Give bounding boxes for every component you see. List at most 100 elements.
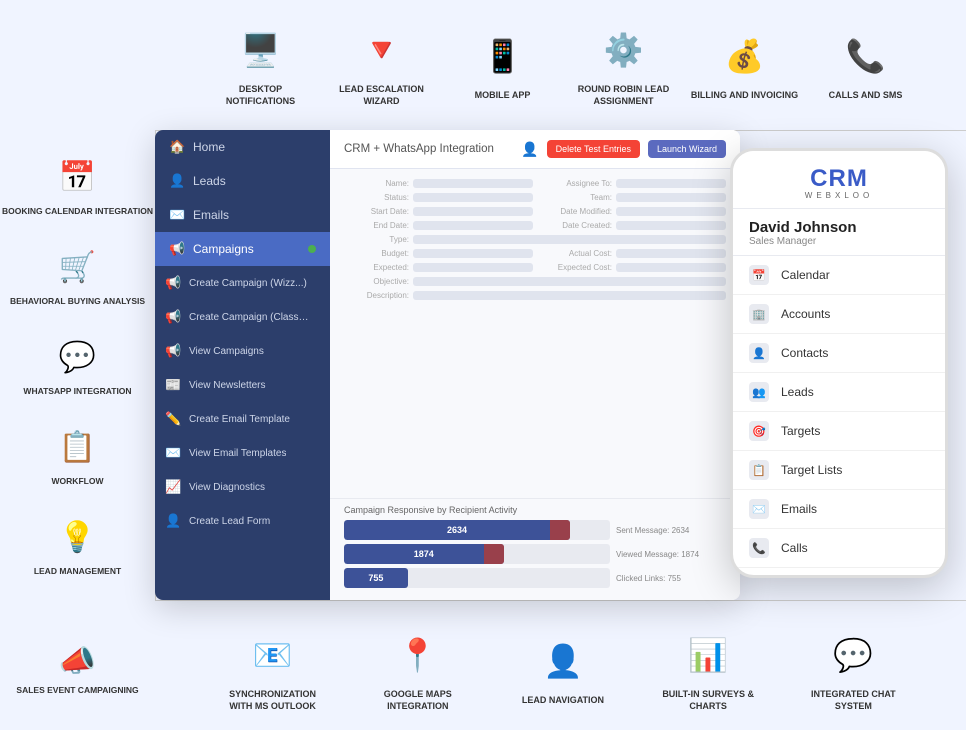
form-input-bar[interactable] [413, 291, 726, 300]
sidebar-item-create-campaign-wiz[interactable]: 📢 Create Campaign (Wizz...) [155, 266, 330, 300]
sidebar-item-create-campaign-class[interactable]: 📢 Create Campaign (Class...) [155, 300, 330, 334]
integrated-chat-emoji: 💬 [826, 628, 881, 683]
form-side-input-bar[interactable] [616, 179, 726, 188]
form-input-bar[interactable] [413, 249, 533, 258]
target-lists-nav-label: Target Lists [781, 463, 842, 477]
phone-nav-targets[interactable]: 🎯 Targets [733, 412, 945, 451]
crm-header-actions: 👤 Delete Test Entries Launch Wizard [521, 140, 726, 158]
sidebar-item-emails[interactable]: ✉️ Emails [155, 198, 330, 232]
sidebar-item-home[interactable]: 🏠 Home [155, 130, 330, 164]
chart-bar-fill: 755 [344, 568, 408, 588]
phone-nav-contacts[interactable]: 👤 Contacts [733, 334, 945, 373]
launch-wizard-button[interactable]: Launch Wizard [648, 140, 726, 158]
phone-user-section: David Johnson Sales Manager [733, 209, 945, 256]
contacts-nav-icon: 👤 [749, 343, 769, 363]
campaigns-sidebar-label: Campaigns [193, 242, 254, 256]
phone-nav-target-lists[interactable]: 📋 Target Lists [733, 451, 945, 490]
workflow-emoji: 📋 [53, 422, 103, 472]
leads-sidebar-icon: 👤 [169, 173, 185, 189]
desktop-notifications-label: DESKTOP NOTIFICATIONS [206, 84, 316, 107]
ms-outlook-emoji: 📧 [245, 628, 300, 683]
form-side-input-bar[interactable] [616, 207, 726, 216]
form-side-label: Team: [537, 193, 612, 202]
sidebar-item-create-lead-form[interactable]: 👤 Create Lead Form [155, 504, 330, 538]
lead-navigation-emoji: 👤 [535, 634, 590, 689]
lead-escalation-wizard-label: LEAD ESCALATION WIZARD [327, 84, 437, 107]
phone-nav-emails[interactable]: ✉️ Emails [733, 490, 945, 529]
lead-management-emoji: 💡 [53, 512, 103, 562]
emails-sidebar-icon: ✉️ [169, 207, 185, 223]
top-icons-row: 🖥️ DESKTOP NOTIFICATIONS 🔻 LEAD ESCALATI… [160, 0, 966, 130]
google-maps-emoji: 📍 [390, 628, 445, 683]
top-icon-billing-invoicing: 💰 BILLING AND INVOICING [690, 29, 800, 102]
view-newsletters-sidebar-label: View Newsletters [189, 380, 266, 391]
form-input-bar[interactable] [413, 179, 533, 188]
phone-nav-calendar[interactable]: 📅 Calendar [733, 256, 945, 295]
form-side-input-bar[interactable] [616, 193, 726, 202]
create-lead-form-sidebar-label: Create Lead Form [189, 516, 270, 527]
delete-test-entries-button[interactable]: Delete Test Entries [547, 140, 640, 158]
form-label: Start Date: [344, 207, 409, 216]
phone-mockup: CRM WEBXLOO David Johnson Sales Manager … [730, 148, 948, 578]
create-campaign-class-sidebar-icon: 📢 [165, 309, 181, 325]
emails-sidebar-label: Emails [193, 208, 229, 222]
mobile-app-emoji: 📱 [475, 29, 530, 84]
sidebar-item-leads[interactable]: 👤 Leads [155, 164, 330, 198]
leads-nav-label: Leads [781, 385, 814, 399]
built-in-surveys-label: BUILT-IN SURVEYS & CHARTS [653, 689, 763, 712]
calls-nav-icon: 📞 [749, 538, 769, 558]
targets-nav-icon: 🎯 [749, 421, 769, 441]
sidebar-item-view-newsletters[interactable]: 📰 View Newsletters [155, 368, 330, 402]
sidebar-item-view-diagnostics[interactable]: 📈 View Diagnostics [155, 470, 330, 504]
calls-sms-emoji: 📞 [838, 29, 893, 84]
form-side-input-bar[interactable] [616, 263, 726, 272]
create-campaign-class-sidebar-label: Create Campaign (Class...) [189, 312, 309, 323]
home-sidebar-icon: 🏠 [169, 139, 185, 155]
whatsapp-integration-emoji: 💬 [53, 332, 103, 382]
emails-nav-label: Emails [781, 502, 817, 516]
phone-nav-accounts[interactable]: 🏢 Accounts [733, 295, 945, 334]
sidebar-item-create-email-template[interactable]: ✏️ Create Email Template [155, 402, 330, 436]
lead-escalation-wizard-emoji: 🔻 [354, 23, 409, 78]
phone-nav-calls[interactable]: 📞 Calls [733, 529, 945, 568]
form-label: Type: [344, 235, 409, 244]
mobile-app-label: MOBILE APP [475, 90, 531, 102]
form-row: Objective: [344, 277, 726, 286]
leads-sidebar-label: Leads [193, 174, 226, 188]
form-side-label: Expected Cost: [537, 263, 612, 272]
form-input-bar[interactable] [413, 221, 533, 230]
sales-event-label: SALES EVENT CAMPAIGNING [16, 685, 138, 696]
sidebar-item-view-campaigns[interactable]: 📢 View Campaigns [155, 334, 330, 368]
form-input-bar[interactable] [413, 277, 726, 286]
view-email-templates-sidebar-icon: ✉️ [165, 445, 181, 461]
phone-nav-leads[interactable]: 👥 Leads [733, 373, 945, 412]
built-in-surveys-emoji: 📊 [681, 628, 736, 683]
accounts-nav-label: Accounts [781, 307, 830, 321]
emails-nav-icon: ✉️ [749, 499, 769, 519]
form-input-bar[interactable] [413, 235, 726, 244]
calls-sms-label: CALLS AND SMS [829, 90, 903, 102]
top-icon-desktop-notifications: 🖥️ DESKTOP NOTIFICATIONS [206, 23, 316, 107]
phone-logo-section: CRM WEBXLOO [733, 151, 945, 209]
view-email-templates-sidebar-label: View Email Templates [189, 448, 286, 459]
form-input-bar[interactable] [413, 263, 533, 272]
form-row: Start Date: Date Modified: [344, 207, 726, 216]
sidebar-item-view-email-templates[interactable]: ✉️ View Email Templates [155, 436, 330, 470]
bottom-icon-built-in-surveys: 📊 BUILT-IN SURVEYS & CHARTS [653, 628, 763, 712]
behavioral-buying-label: BEHAVIORAL BUYING ANALYSIS [10, 296, 145, 307]
form-side-input-bar[interactable] [616, 221, 726, 230]
workflow-label: WORKFLOW [52, 476, 104, 487]
sidebar-item-campaigns[interactable]: 📢 Campaigns [155, 232, 330, 266]
form-label: Expected: [344, 263, 409, 272]
form-input-bar[interactable] [413, 193, 533, 202]
bottom-icon-google-maps: 📍 GOOGLE MAPS INTEGRATION [363, 628, 473, 712]
chart-bar-fill: 1874 [344, 544, 504, 564]
view-campaigns-sidebar-icon: 📢 [165, 343, 181, 359]
campaigns-active-dot [308, 245, 316, 253]
form-side-input-bar[interactable] [616, 249, 726, 258]
form-input-bar[interactable] [413, 207, 533, 216]
crm-form: Name: Assignee To: Status: Team: Start D… [330, 169, 740, 498]
left-icon-lead-management: 💡 LEAD MANAGEMENT [0, 504, 155, 585]
top-icon-round-robin: ⚙️ ROUND ROBIN LEAD ASSIGNMENT [569, 23, 679, 107]
form-row: Expected: Expected Cost: [344, 263, 726, 272]
